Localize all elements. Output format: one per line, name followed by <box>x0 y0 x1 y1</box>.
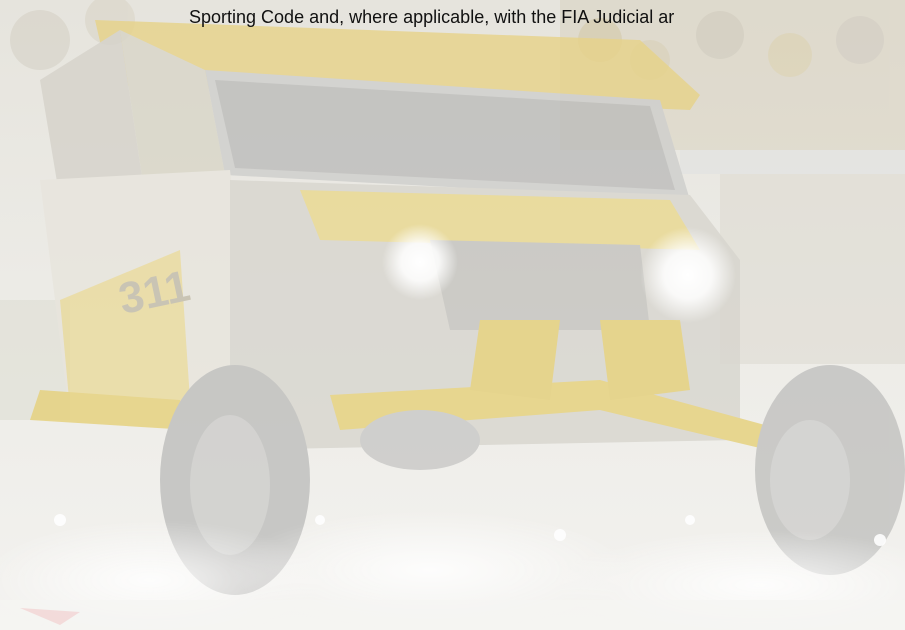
background-photo: 311 <box>0 0 905 630</box>
document-text-line: Sporting Code and, where applicable, wit… <box>189 7 675 27</box>
